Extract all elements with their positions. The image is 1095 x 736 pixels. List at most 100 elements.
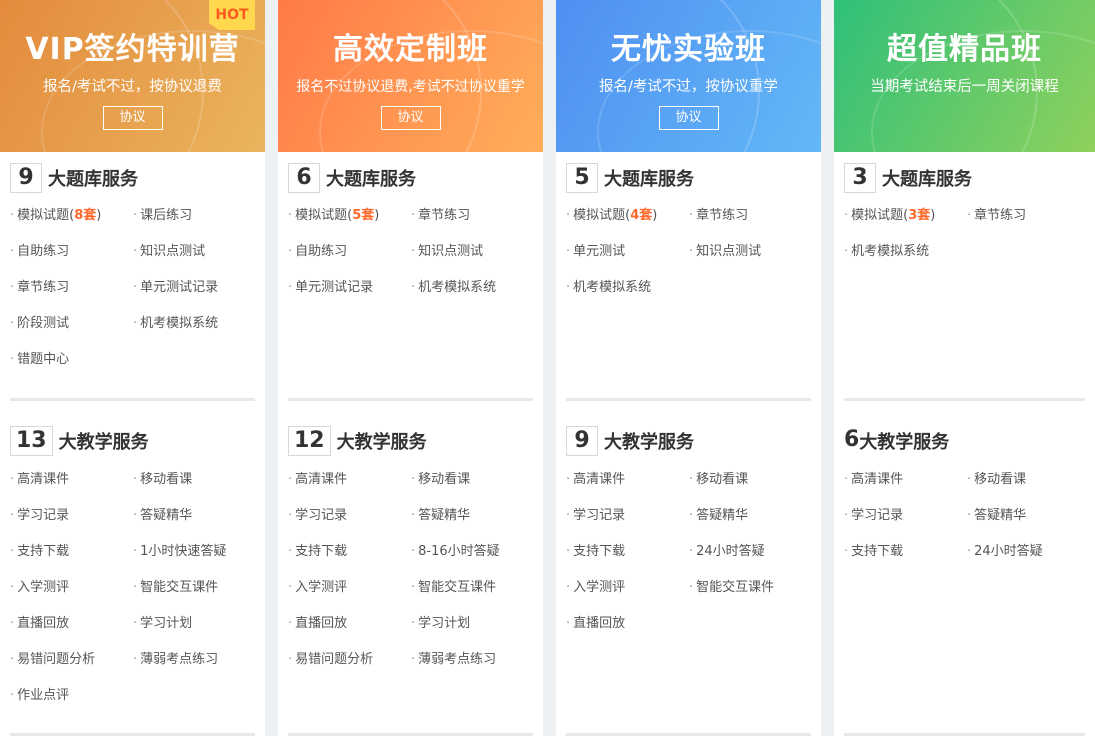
section-divider [566,398,811,401]
teach-item[interactable]: 移动看课 [411,470,470,490]
set-count: 3套 [908,208,931,223]
agreement-button[interactable]: 协议 [658,106,719,130]
teach-item[interactable]: 薄弱考点练习 [133,650,218,670]
card-title: VIP签约特训营 [25,32,240,67]
bank-item[interactable]: 模拟试题(4套) [566,206,657,226]
bank-item[interactable]: 错题中心 [10,350,69,370]
bank-item[interactable]: 单元测试记录 [133,278,218,298]
bank-section-head: 6 大题库服务 [288,163,416,193]
bank-item[interactable]: 机考模拟系统 [411,278,496,298]
bank-item-text: 模拟试题( [17,208,75,223]
teach-item[interactable]: 学习记录 [288,506,347,526]
course-card-worryfree: 无忧实验班 报名/考试不过，按协议重学 协议 5 大题库服务模拟试题(4套) 章节练… [556,0,821,736]
set-count: 8套 [74,208,97,223]
bank-section-head: 5 大题库服务 [566,163,694,193]
teach-item[interactable]: 高清课件 [10,470,69,490]
course-card-vip: HOT VIP签约特训营 报名/考试不过，按协议退费 协议 9 大题库服务模拟试题… [0,0,265,736]
bank-item[interactable]: 章节练习 [411,206,470,226]
bank-item-text: 模拟试题( [295,208,353,223]
teach-section-head: 9 大教学服务 [566,426,694,456]
card-subtitle: 当期考试结束后一周关闭课程 [870,79,1059,95]
set-count: 4套 [630,208,653,223]
card-title: 超值精品班 [887,32,1042,67]
teach-item[interactable]: 移动看课 [689,470,748,490]
hot-badge: HOT [209,0,255,30]
teach-item[interactable]: 直播回放 [288,614,347,634]
course-card-custom: 高效定制班 报名不过协议退费,考试不过协议重学 协议 6 大题库服务模拟试题(5套… [278,0,543,736]
course-comparison: HOT VIP签约特训营 报名/考试不过，按协议退费 协议 9 大题库服务模拟试题… [0,0,1095,736]
teach-item[interactable]: 学习记录 [566,506,625,526]
teach-item[interactable]: 24小时答疑 [967,542,1043,562]
bank-item[interactable]: 知识点测试 [411,242,483,262]
bank-item[interactable]: 模拟试题(8套) [10,206,101,226]
teach-item[interactable]: 高清课件 [566,470,625,490]
teach-count: 13 [10,426,53,456]
bank-item[interactable]: 单元测试记录 [288,278,373,298]
bank-item[interactable]: 自助练习 [288,242,347,262]
teach-item[interactable]: 答疑精华 [133,506,192,526]
teach-item[interactable]: 学习计划 [411,614,470,634]
agreement-button[interactable]: 协议 [380,106,441,130]
teach-item[interactable]: 智能交互课件 [689,578,774,598]
teach-item[interactable]: 直播回放 [566,614,625,634]
teach-count: 12 [288,426,331,456]
bank-section-label: 大题库服务 [326,169,416,190]
teach-item[interactable]: 1小时快速答疑 [133,542,226,562]
teach-item[interactable]: 移动看课 [967,470,1026,490]
card-header: 无忧实验班 报名/考试不过，按协议重学 协议 [556,0,821,152]
bank-section-head: 3 大题库服务 [844,163,972,193]
teach-item[interactable]: 入学测评 [566,578,625,598]
teach-item[interactable]: 智能交互课件 [133,578,218,598]
teach-item[interactable]: 学习计划 [133,614,192,634]
teach-item[interactable]: 答疑精华 [967,506,1026,526]
bank-item[interactable]: 章节练习 [689,206,748,226]
teach-item[interactable]: 支持下载 [10,542,69,562]
card-title: 高效定制班 [333,32,488,67]
bank-item[interactable]: 模拟试题(5套) [288,206,379,226]
bank-item[interactable]: 模拟试题(3套) [844,206,935,226]
teach-section-label: 大教学服务 [859,432,950,453]
teach-item[interactable]: 支持下载 [566,542,625,562]
teach-item[interactable]: 8-16小时答疑 [411,542,500,562]
bank-item-tail: ) [374,208,380,223]
bank-item[interactable]: 单元测试 [566,242,625,262]
bank-item[interactable]: 机考模拟系统 [133,314,218,334]
bank-item[interactable]: 机考模拟系统 [844,242,929,262]
teach-item[interactable]: 智能交互课件 [411,578,496,598]
bank-item[interactable]: 知识点测试 [689,242,761,262]
teach-item[interactable]: 薄弱考点练习 [411,650,496,670]
card-title: 无忧实验班 [611,32,766,67]
bank-item[interactable]: 课后练习 [133,206,192,226]
teach-item[interactable]: 学习记录 [10,506,69,526]
bank-section-label: 大题库服务 [604,169,694,190]
card-header: 超值精品班 当期考试结束后一周关闭课程 [834,0,1095,152]
bank-item[interactable]: 自助练习 [10,242,69,262]
set-count: 5套 [352,208,375,223]
teach-item[interactable]: 24小时答疑 [689,542,765,562]
bank-item-tail: ) [96,208,102,223]
bank-item[interactable]: 机考模拟系统 [566,278,651,298]
section-divider [10,398,255,401]
bank-item[interactable]: 阶段测试 [10,314,69,334]
bank-item[interactable]: 章节练习 [967,206,1026,226]
teach-count: 6 [844,427,860,452]
teach-item[interactable]: 答疑精华 [689,506,748,526]
teach-section-label: 大教学服务 [336,432,427,453]
teach-item[interactable]: 入学测评 [288,578,347,598]
teach-item[interactable]: 移动看课 [133,470,192,490]
card-subtitle: 报名/考试不过，按协议重学 [599,79,778,95]
teach-item[interactable]: 入学测评 [10,578,69,598]
teach-item[interactable]: 易错问题分析 [10,650,95,670]
agreement-button[interactable]: 协议 [102,106,163,130]
teach-item[interactable]: 直播回放 [10,614,69,634]
teach-item[interactable]: 高清课件 [844,470,903,490]
teach-item[interactable]: 支持下载 [288,542,347,562]
teach-item[interactable]: 作业点评 [10,686,69,706]
teach-item[interactable]: 支持下载 [844,542,903,562]
teach-item[interactable]: 学习记录 [844,506,903,526]
teach-item[interactable]: 高清课件 [288,470,347,490]
bank-item[interactable]: 知识点测试 [133,242,205,262]
bank-item[interactable]: 章节练习 [10,278,69,298]
teach-item[interactable]: 答疑精华 [411,506,470,526]
teach-item[interactable]: 易错问题分析 [288,650,373,670]
